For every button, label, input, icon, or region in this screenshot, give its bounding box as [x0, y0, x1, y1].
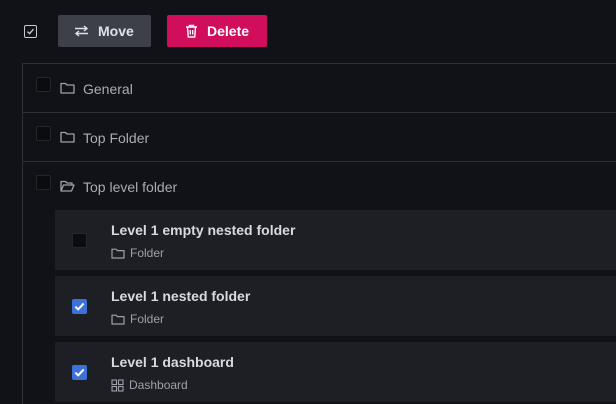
item-title[interactable]: Level 1 dashboard [111, 354, 234, 370]
item-checkbox[interactable] [72, 233, 87, 248]
folder-label[interactable]: Top level folder [83, 179, 177, 195]
move-button-label: Move [98, 23, 134, 39]
folder-label[interactable]: General [83, 81, 133, 97]
trash-icon [185, 24, 198, 38]
check-icon [74, 302, 85, 311]
row-checkbox[interactable] [36, 175, 51, 190]
nested-item-card[interactable]: Level 1 dashboard Dashboard [55, 342, 616, 402]
folder-icon [111, 314, 125, 325]
item-type-label: Dashboard [129, 378, 188, 392]
check-icon [74, 368, 85, 377]
item-checkbox[interactable] [72, 365, 87, 380]
dashboard-grid-icon [111, 378, 124, 392]
folder-icon [60, 131, 75, 143]
item-type-label: Folder [130, 312, 165, 326]
nested-item-card[interactable]: Level 1 nested folder Folder [55, 276, 616, 336]
list-item-general[interactable]: General [23, 64, 616, 113]
folder-icon [111, 248, 125, 259]
browse-dashboards-view: Move Delete General Top Folder Top level… [0, 0, 616, 404]
item-type-label: Folder [130, 246, 165, 260]
folder-open-icon [60, 180, 75, 192]
item-title[interactable]: Level 1 nested folder [111, 288, 250, 304]
select-all-checkbox[interactable] [24, 25, 37, 38]
item-type: Folder [111, 246, 164, 260]
item-checkbox[interactable] [72, 299, 87, 314]
move-button[interactable]: Move [58, 15, 151, 47]
item-type: Dashboard [111, 378, 188, 392]
check-icon [27, 28, 35, 35]
row-checkbox[interactable] [36, 126, 51, 141]
delete-button[interactable]: Delete [167, 15, 267, 47]
list-item-top-folder[interactable]: Top Folder [23, 113, 616, 162]
item-title[interactable]: Level 1 empty nested folder [111, 222, 295, 238]
swap-arrows-icon [74, 25, 89, 37]
folder-label[interactable]: Top Folder [83, 130, 149, 146]
folder-icon [60, 82, 75, 94]
delete-button-label: Delete [207, 23, 250, 39]
item-type: Folder [111, 312, 164, 326]
list-item-top-level-folder[interactable]: Top level folder [23, 162, 616, 211]
nested-item-card[interactable]: Level 1 empty nested folder Folder [55, 210, 616, 270]
row-checkbox[interactable] [36, 77, 51, 92]
